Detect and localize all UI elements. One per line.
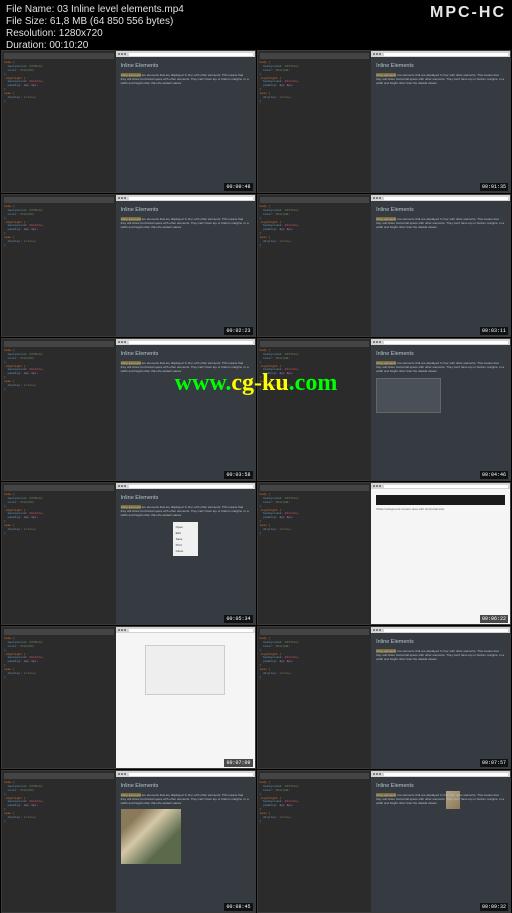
content-title: Inline Elements [121,495,250,501]
timestamp-label: 00:07:09 [224,759,252,767]
code-editor-panel: body { background: #353b41; color: #b8c4… [2,339,116,480]
browser-preview-panel: Inline Elements Inline elements are elem… [371,627,510,768]
code-editor-panel: body { background: #353b41; color: #b8c4… [258,339,372,480]
content-title: Inline Elements [121,63,250,69]
resolution: Resolution: 1280x720 [6,28,506,40]
timestamp-label: 00:03:11 [480,327,508,335]
code-editor-panel: body { background: #353b41; color: #b8c4… [258,771,372,912]
timestamp-label: 00:02:23 [224,327,252,335]
browser-preview-panel: Inline Elements Inline elements are elem… [116,195,255,336]
browser-preview-panel: White background content area with horiz… [371,483,510,624]
code-editor-panel: body { background: #353b41; color: #b8c4… [2,771,116,912]
timestamp-label: 00:09:32 [480,903,508,911]
thumbnail[interactable]: body { background: #353b41; color: #b8c4… [257,194,512,337]
code-editor-panel: body { background: #353b41; color: #b8c4… [2,195,116,336]
code-editor-panel: body { background: #353b41; color: #b8c4… [258,51,372,192]
timestamp-label: 00:06:22 [480,615,508,623]
watermark: www.cg-ku.com [0,370,512,397]
browser-preview-panel: Inline Elements Inline elements are elem… [371,195,510,336]
thumbnail-grid: body { background: #353b41; color: #b8c4… [0,50,512,913]
timestamp-label: 00:08:45 [224,903,252,911]
timestamp-label: 00:05:34 [224,615,252,623]
browser-preview-panel: Inline Elements Inline elements are elem… [116,51,255,192]
code-editor-panel: body { background: #353b41; color: #b8c4… [2,483,116,624]
browser-preview-panel: Inline Elements Inline elements are elem… [116,483,255,624]
thumbnail[interactable]: body { background: #353b41; color: #b8c4… [1,338,256,481]
browser-preview-panel: Inline Elements Inline elements are elem… [371,339,510,480]
content-title: Inline Elements [376,639,505,645]
thumbnail[interactable]: body { background: #353b41; color: #b8c4… [1,50,256,193]
code-editor-panel: body { background: #353b41; color: #b8c4… [2,51,116,192]
code-editor-panel: body { background: #353b41; color: #b8c4… [258,483,372,624]
browser-preview-panel: Inline Elements Inline elements are elem… [371,771,510,912]
content-title: Inline Elements [376,351,505,357]
code-editor-panel: body { background: #353b41; color: #b8c4… [2,627,116,768]
watermark-prefix: www. [175,370,232,396]
thumbnail[interactable]: body { background: #353b41; color: #b8c4… [1,194,256,337]
thumbnail[interactable]: body { background: #353b41; color: #b8c4… [1,626,256,769]
content-title: Inline Elements [121,207,250,213]
browser-preview-panel: Inline Elements Inline elements are elem… [116,771,255,912]
app-logo: MPC-HC [430,4,506,22]
browser-preview-panel: Inline Elements Inline elements are elem… [116,339,255,480]
thumbnail[interactable]: body { background: #353b41; color: #b8c4… [257,626,512,769]
thumbnail[interactable]: body { background: #353b41; color: #b8c4… [257,482,512,625]
timestamp-label: 00:01:35 [480,183,508,191]
content-title: Inline Elements [376,783,505,789]
thumbnail[interactable]: body { background: #353b41; color: #b8c4… [257,338,512,481]
timestamp-label: 00:04:46 [480,471,508,479]
thumbnail[interactable]: body { background: #353b41; color: #b8c4… [257,50,512,193]
timestamp-label: 00:03:58 [224,471,252,479]
content-title: Inline Elements [376,207,505,213]
timestamp-label: 00:07:57 [480,759,508,767]
content-title: Inline Elements [376,63,505,69]
code-editor-panel: body { background: #353b41; color: #b8c4… [258,195,372,336]
watermark-suffix: .com [289,370,338,396]
thumbnail[interactable]: body { background: #353b41; color: #b8c4… [257,770,512,913]
code-editor-panel: body { background: #353b41; color: #b8c4… [258,627,372,768]
browser-preview-panel: Inline Elements Inline elements are elem… [371,51,510,192]
content-title: Inline Elements [121,351,250,357]
file-info-header: File Name: 03 Inline level elements.mp4 … [0,0,512,50]
thumbnail[interactable]: body { background: #353b41; color: #b8c4… [1,770,256,913]
browser-preview-panel [116,627,255,768]
thumbnail[interactable]: body { background: #353b41; color: #b8c4… [1,482,256,625]
watermark-domain: cg-ku [231,370,288,396]
timestamp-label: 00:00:48 [224,183,252,191]
content-title: Inline Elements [121,783,250,789]
